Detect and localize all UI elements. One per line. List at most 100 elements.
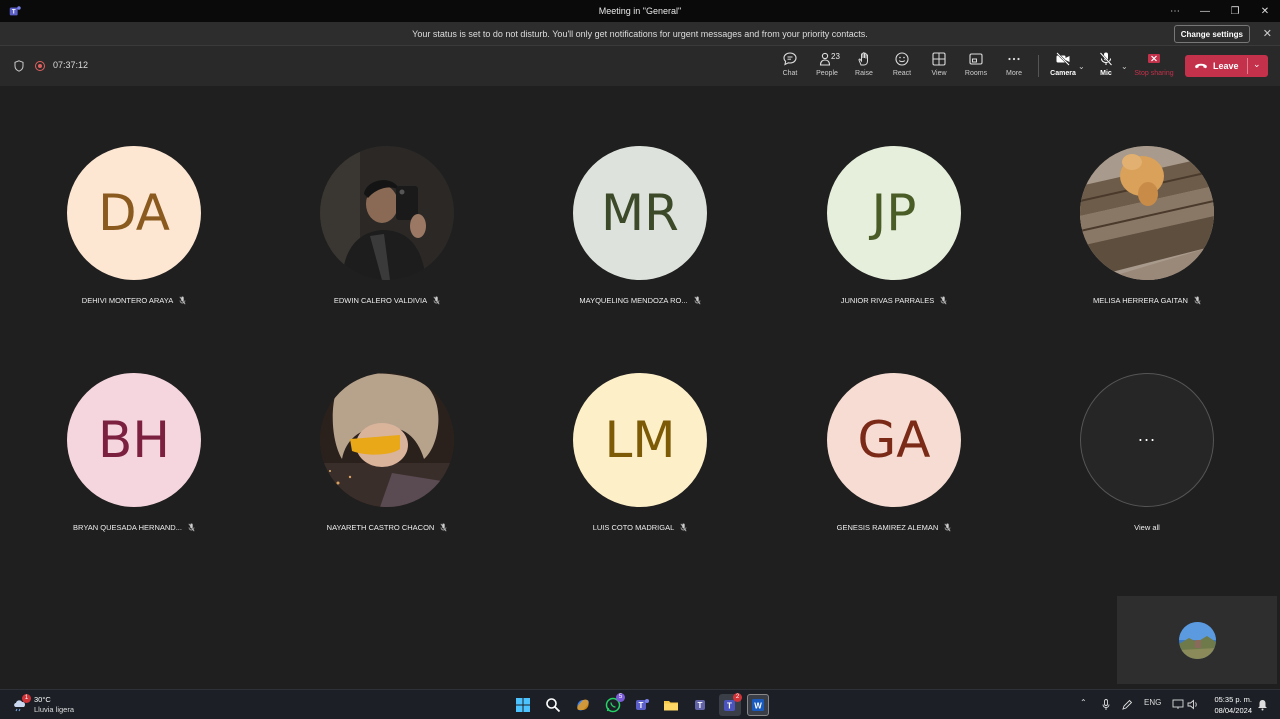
people-button[interactable]: 23 People	[809, 51, 845, 83]
teams-icon: T	[636, 699, 649, 710]
mic-options-chevron-icon[interactable]: ⌄	[1121, 62, 1128, 71]
participant-avatar: LM	[573, 373, 707, 507]
profile-photo-icon	[1080, 146, 1214, 280]
recording-icon	[35, 61, 45, 71]
muted-mic-icon	[179, 296, 186, 305]
view-all-button[interactable]: ...	[1080, 373, 1214, 507]
self-view-tile[interactable]	[1117, 596, 1277, 684]
participant-name: NAYARETH CASTRO CHACON	[326, 523, 435, 532]
language-indicator[interactable]: ENG	[1144, 698, 1161, 707]
more-button[interactable]: More	[996, 51, 1032, 83]
view-button[interactable]: View	[921, 51, 957, 83]
muted-mic-icon	[694, 296, 701, 305]
stop-sharing-button[interactable]: Stop sharing	[1134, 51, 1174, 83]
raise-hand-button[interactable]: Raise	[846, 51, 882, 83]
teams-badge: 2	[733, 693, 742, 702]
participant-tile[interactable]: JP JUNIOR RIVAS PARRALES	[827, 146, 961, 306]
more-label: More	[1006, 70, 1022, 77]
people-label: People	[816, 70, 838, 77]
copilot-button[interactable]	[572, 694, 594, 716]
svg-text:T: T	[639, 701, 644, 710]
participant-name-row: GENESIS RAMIREZ ALEMAN	[767, 523, 1021, 532]
participant-name: DEHIVI MONTERO ARAYA	[81, 296, 174, 305]
view-all-dots-icon: ...	[1137, 425, 1157, 445]
participant-photo	[1080, 146, 1214, 280]
participant-tile[interactable]: BH BRYAN QUESADA HERNAND...	[67, 373, 201, 533]
react-label: React	[892, 70, 912, 77]
start-button[interactable]	[512, 694, 534, 716]
view-label: View	[931, 70, 947, 77]
word-button[interactable]: W	[747, 694, 769, 716]
microphone-tray-icon[interactable]	[1101, 699, 1111, 711]
participant-tile[interactable]: EDWIN CALERO VALDIVIA	[320, 146, 454, 306]
leave-label: Leave	[1213, 61, 1239, 71]
participant-tile[interactable]: NAYARETH CASTRO CHACON	[320, 373, 454, 533]
grid-view-icon	[932, 52, 946, 66]
stop-sharing-icon	[1148, 54, 1160, 63]
windows-logo-icon	[516, 698, 530, 712]
shield-icon[interactable]	[14, 60, 24, 72]
participant-avatar: BH	[67, 373, 201, 507]
weather-condition: Lluvia ligera	[34, 705, 75, 714]
participant-name-row: DEHIVI MONTERO ARAYA	[7, 296, 261, 305]
close-window-button[interactable]: ✕	[1250, 0, 1280, 22]
teams-classic-button[interactable]: T	[631, 694, 653, 716]
system-clock[interactable]: 05:35 p. m. 08/04/2024	[1214, 694, 1252, 716]
network-icon[interactable]	[1172, 699, 1184, 710]
close-notification-icon[interactable]: ✕	[1263, 27, 1272, 40]
participant-tile[interactable]: MELISA HERRERA GAITAN	[1080, 146, 1214, 306]
show-hidden-icons-chevron-icon[interactable]: ⌃	[1080, 698, 1087, 707]
participant-avatar: MR	[573, 146, 707, 280]
profile-photo-icon	[320, 373, 454, 507]
view-all-label[interactable]: View all	[1134, 523, 1160, 532]
title-bar: T Meeting in "General" ⋯ — ❐ ✕	[0, 0, 1280, 22]
camera-label: Camera	[1050, 70, 1076, 77]
dnd-notification-bar: Your status is set to do not disturb. Yo…	[0, 22, 1280, 46]
participant-tile[interactable]: MR MAYQUELING MENDOZA RO...	[573, 146, 707, 306]
camera-button[interactable]: Camera	[1045, 51, 1081, 83]
teams-chat-button[interactable]: T	[690, 694, 712, 716]
toolbar-divider	[1038, 55, 1039, 77]
search-button[interactable]	[542, 694, 564, 716]
teams-chat-icon: T	[695, 700, 705, 710]
rooms-button[interactable]: Rooms	[958, 51, 994, 83]
participant-tile[interactable]: DA DEHIVI MONTERO ARAYA	[67, 146, 201, 306]
view-all-tile[interactable]: ... View all	[1080, 373, 1214, 533]
participant-name-row: BRYAN QUESADA HERNAND...	[7, 523, 261, 532]
minimize-button[interactable]: —	[1190, 0, 1220, 22]
emoji-icon	[895, 52, 909, 66]
muted-mic-icon	[433, 296, 440, 305]
mic-button[interactable]: Mic	[1088, 51, 1124, 83]
muted-mic-icon	[1194, 296, 1201, 305]
chat-button[interactable]: Chat	[772, 51, 808, 83]
leave-divider	[1247, 58, 1248, 74]
muted-mic-icon	[944, 523, 951, 532]
volume-icon[interactable]	[1187, 699, 1199, 710]
dnd-message: Your status is set to do not disturb. Yo…	[412, 29, 868, 39]
camera-options-chevron-icon[interactable]: ⌄	[1078, 62, 1085, 71]
meeting-toolbar: 07:37:12 Chat 23 People Raise React View…	[0, 46, 1280, 86]
change-settings-button[interactable]: Change settings	[1173, 25, 1250, 43]
notification-bell-icon[interactable]	[1257, 699, 1268, 711]
profile-photo-icon	[320, 146, 454, 280]
more-icon	[1008, 57, 1020, 61]
pen-tray-icon[interactable]	[1121, 699, 1133, 711]
file-explorer-button[interactable]	[660, 694, 682, 716]
chat-label: Chat	[782, 70, 798, 77]
participant-name-row: MELISA HERRERA GAITAN	[1020, 296, 1274, 305]
react-button[interactable]: React	[884, 51, 920, 83]
participant-name: MAYQUELING MENDOZA RO...	[579, 296, 688, 305]
participant-name-row: NAYARETH CASTRO CHACON	[260, 523, 514, 532]
participant-tile[interactable]: GA GENESIS RAMIREZ ALEMAN	[827, 373, 961, 533]
leave-button[interactable]: Leave ⌄	[1185, 55, 1268, 77]
whatsapp-button[interactable]: 5	[602, 693, 625, 716]
restore-button[interactable]: ❐	[1220, 0, 1250, 22]
participant-tile[interactable]: LM LUIS COTO MADRIGAL	[573, 373, 707, 533]
weather-widget[interactable]: 1 30°C Lluvia ligera	[12, 694, 92, 716]
clock-time: 05:35 p. m.	[1214, 695, 1252, 704]
rooms-icon	[969, 53, 983, 65]
teams-meeting-button[interactable]: T 2	[719, 693, 742, 716]
leave-options-chevron-icon[interactable]: ⌄	[1253, 59, 1261, 70]
participant-photo	[320, 373, 454, 507]
more-options-icon[interactable]: ⋯	[1160, 0, 1190, 22]
